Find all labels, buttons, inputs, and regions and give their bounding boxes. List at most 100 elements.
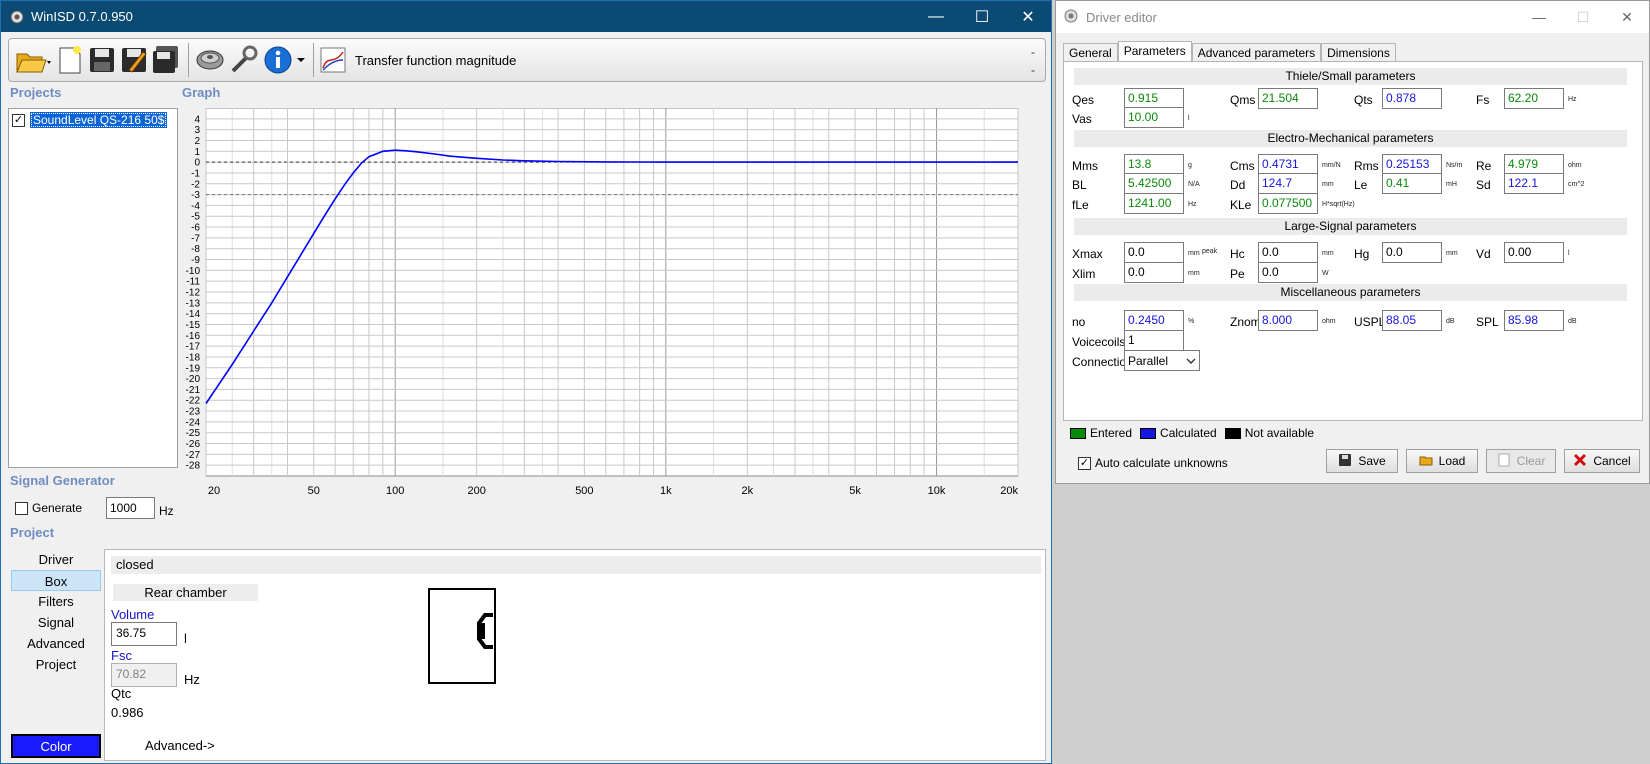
kle-unit: H*sqrt(Hz) xyxy=(1322,201,1355,208)
tab-dimensions[interactable]: Dimensions xyxy=(1321,43,1396,62)
vas-input[interactable]: 10.00 xyxy=(1124,107,1184,128)
qes-input[interactable]: 0.915 xyxy=(1124,88,1184,109)
y-tick-label: 4 xyxy=(194,114,200,125)
nav-project[interactable]: Project xyxy=(11,654,101,675)
sd-input[interactable]: 122.1 xyxy=(1504,173,1564,194)
pe-input[interactable]: 0.0 xyxy=(1258,262,1318,283)
save-all-button[interactable] xyxy=(151,42,181,78)
auto-calculate-checkbox[interactable]: ✓ xyxy=(1078,456,1091,470)
frequency-response-chart[interactable]: 43210-1-2-3-4-5-6-7-8-9-10-11-12-13-14-1… xyxy=(182,108,1048,538)
hg-input[interactable]: 0.0 xyxy=(1382,242,1442,263)
graph-type-button[interactable] xyxy=(319,42,347,78)
xmax-input[interactable]: 0.0 xyxy=(1124,242,1184,263)
tab-general[interactable]: General xyxy=(1063,43,1118,62)
qtc-value: 0.986 xyxy=(111,705,144,720)
qes-label: Qes xyxy=(1072,93,1095,107)
color-button[interactable]: Color xyxy=(11,734,101,758)
driver-cancel-button[interactable]: Cancel xyxy=(1564,449,1640,473)
xmax-label: Xmax xyxy=(1072,247,1103,261)
info-dropdown-button[interactable] xyxy=(296,42,306,78)
fsc-unit: Hz xyxy=(184,672,200,687)
x-tick-label: 1k xyxy=(660,485,672,497)
dd-input[interactable]: 124.7 xyxy=(1258,173,1318,194)
znom-input[interactable]: 8.000 xyxy=(1258,310,1318,331)
auto-calculate-toggle[interactable]: ✓ Auto calculate unknowns xyxy=(1078,456,1228,470)
y-tick-label: -21 xyxy=(186,385,201,396)
y-tick-label: -19 xyxy=(186,363,201,374)
info-button[interactable] xyxy=(262,42,294,78)
project-item[interactable]: ✓ SoundLevel QS-216 50$ xyxy=(12,112,168,128)
tab-parameters[interactable]: Parameters xyxy=(1117,41,1192,62)
mms-unit: g xyxy=(1188,162,1192,169)
cms-input[interactable]: 0.4731 xyxy=(1258,154,1318,175)
driver-load-button[interactable]: Load xyxy=(1406,449,1478,473)
open-folder-button[interactable] xyxy=(15,42,53,78)
xlim-input[interactable]: 0.0 xyxy=(1124,262,1184,283)
generator-frequency-input[interactable] xyxy=(106,497,155,519)
fs-input[interactable]: 62.20 xyxy=(1504,88,1564,109)
save-button[interactable] xyxy=(87,42,117,78)
spl-input[interactable]: 85.98 xyxy=(1504,310,1564,331)
x-tick-label: 2k xyxy=(742,485,754,497)
hc-input[interactable]: 0.0 xyxy=(1258,242,1318,263)
fs-unit: Hz xyxy=(1568,96,1577,103)
nav-filters[interactable]: Filters xyxy=(11,591,101,612)
entered-swatch xyxy=(1070,427,1086,439)
floppy-disk-icon xyxy=(1338,453,1352,470)
kle-input[interactable]: 0.077500 xyxy=(1258,193,1318,214)
y-tick-label: -22 xyxy=(186,396,201,407)
qms-input[interactable]: 21.504 xyxy=(1258,88,1318,109)
rms-input[interactable]: 0.25153 xyxy=(1382,154,1442,175)
minimize-button[interactable]: — xyxy=(1517,1,1561,33)
voicecoils-input[interactable]: 1 xyxy=(1124,330,1184,351)
nav-box[interactable]: Box xyxy=(11,570,101,591)
sd-label: Sd xyxy=(1476,178,1491,192)
qts-input[interactable]: 0.878 xyxy=(1382,88,1442,109)
toolbar-separator xyxy=(188,43,189,77)
calculated-swatch xyxy=(1140,427,1157,439)
graph-area[interactable]: 4 3 2 1 0 -1 -2 -3 -4 -5 -6 -7 -8 -9 -10 -11 -12 -13 -14 -1… xyxy=(182,108,1048,538)
speaker-app-icon xyxy=(1064,9,1080,25)
project-checkbox[interactable]: ✓ xyxy=(12,113,25,127)
nav-signal[interactable]: Signal xyxy=(11,612,101,633)
folder-icon xyxy=(1419,453,1433,470)
re-input[interactable]: 4.979 xyxy=(1504,154,1564,175)
tools-button[interactable] xyxy=(228,42,260,78)
y-tick-label: -18 xyxy=(186,352,201,363)
y-tick-label: -28 xyxy=(186,461,201,472)
volume-input[interactable]: 36.75 xyxy=(111,622,177,646)
uspl-input[interactable]: 88.05 xyxy=(1382,310,1442,331)
save-as-button[interactable] xyxy=(119,42,149,78)
y-tick-label: -15 xyxy=(186,320,201,331)
no-unit: % xyxy=(1188,318,1195,325)
nav-advanced[interactable]: Advanced xyxy=(11,633,101,654)
nav-driver[interactable]: Driver xyxy=(11,549,101,570)
projects-list[interactable]: ✓ SoundLevel QS-216 50$ xyxy=(8,108,178,468)
new-project-button[interactable] xyxy=(55,42,85,78)
y-tick-label: -8 xyxy=(191,244,200,255)
project-name[interactable]: SoundLevel QS-216 50$ xyxy=(30,112,168,128)
advanced-link[interactable]: Advanced-> xyxy=(145,738,215,753)
minimize-button[interactable]: — xyxy=(913,1,959,32)
generate-toggle[interactable]: Generate xyxy=(15,501,82,515)
driver-button[interactable] xyxy=(194,42,226,78)
generate-checkbox[interactable] xyxy=(15,501,28,515)
connection-select[interactable]: Parallel xyxy=(1124,350,1200,371)
y-tick-label: -17 xyxy=(186,342,201,353)
bl-label: BL xyxy=(1072,178,1087,192)
le-input[interactable]: 0.41 xyxy=(1382,173,1442,194)
vas-label: Vas xyxy=(1072,112,1092,126)
no-input[interactable]: 0.2450 xyxy=(1124,310,1184,331)
bl-input[interactable]: 5.42500 xyxy=(1124,173,1184,194)
x-tick-label: 50 xyxy=(308,485,320,497)
close-button[interactable]: ✕ xyxy=(1005,1,1051,32)
close-button[interactable]: ✕ xyxy=(1605,1,1649,33)
maximize-button[interactable]: ☐ xyxy=(959,1,1005,32)
driver-save-button[interactable]: Save xyxy=(1326,449,1398,473)
mms-input[interactable]: 13.8 xyxy=(1124,154,1184,175)
fle-input[interactable]: 1241.00 xyxy=(1124,193,1184,214)
tab-advanced-parameters[interactable]: Advanced parameters xyxy=(1191,43,1322,62)
legend-not-available: Not available xyxy=(1224,426,1314,440)
vd-input[interactable]: 0.00 xyxy=(1504,242,1564,263)
auto-calculate-label: Auto calculate unknowns xyxy=(1095,456,1228,470)
